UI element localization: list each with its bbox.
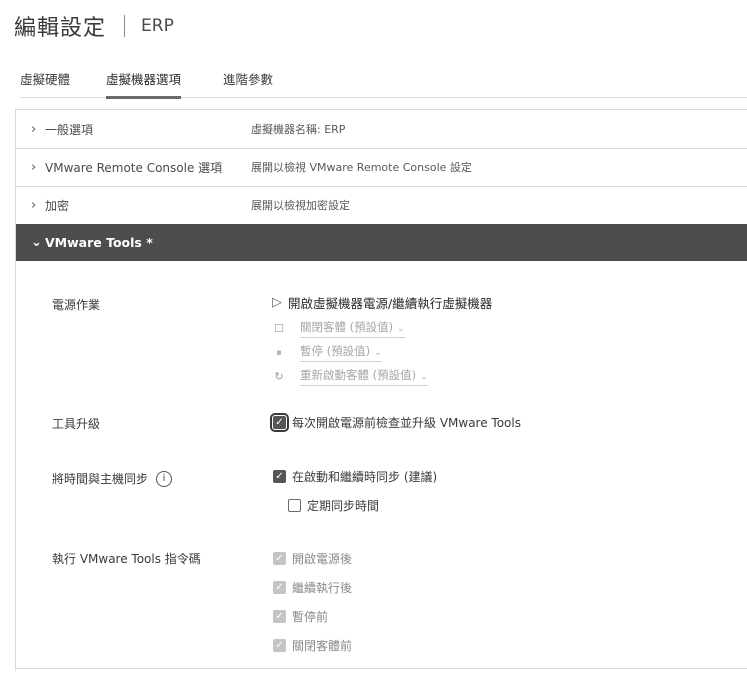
chevron-down-icon[interactable]: ⌄ bbox=[31, 235, 42, 250]
row-encryption[interactable]: › 加密 展開以檢視加密設定 bbox=[16, 186, 747, 225]
time-sync-label: 將時間與主機同步 i bbox=[52, 470, 173, 487]
script-after-power-on-checkbox[interactable]: ✓ 開啟電源後 bbox=[273, 550, 352, 567]
check-icon: ✓ bbox=[273, 552, 286, 565]
chevron-down-icon: ⌄ bbox=[397, 324, 405, 334]
check-icon: ✓ bbox=[273, 610, 286, 623]
script-before-suspend-checkbox[interactable]: ✓ 暫停前 bbox=[273, 608, 328, 625]
power-on-operation: ▷ 開啟虛擬機器電源/繼續執行虛擬機器 bbox=[272, 295, 493, 311]
chevron-right-icon[interactable]: › bbox=[31, 160, 41, 175]
pause-icon: ⏸ bbox=[276, 345, 282, 359]
periodic-sync-checkbox[interactable]: 定期同步時間 bbox=[288, 497, 379, 514]
check-icon[interactable]: ✓ bbox=[273, 470, 286, 483]
vmware-tools-header[interactable]: ⌄ VMware Tools * bbox=[16, 224, 747, 261]
suspend-operation-row: ⏸ 暫停 (預設值) ⌄ bbox=[272, 343, 382, 362]
page-title: 編輯設定 bbox=[14, 16, 107, 41]
check-icon: ✓ bbox=[273, 581, 286, 594]
vm-name: ERP bbox=[141, 16, 174, 36]
info-icon[interactable]: i bbox=[156, 470, 173, 487]
run-scripts-label: 執行 VMware Tools 指令碼 bbox=[52, 552, 201, 566]
restart-icon: ↻ bbox=[274, 370, 284, 383]
section-divider bbox=[16, 668, 747, 669]
script-before-shutdown-checkbox[interactable]: ✓ 關閉客體前 bbox=[273, 637, 352, 654]
stop-operation-dropdown[interactable]: 關閉客體 (預設值) ⌄ bbox=[300, 319, 405, 338]
general-options-value: 虛擬機器名稱: ERP bbox=[251, 123, 346, 136]
remote-console-label: VMware Remote Console 選項 bbox=[45, 160, 223, 175]
tab-bar: 虛擬硬體 虛擬機器選項 進階參數 bbox=[20, 66, 747, 99]
title-divider bbox=[124, 15, 126, 37]
tab-advanced-parameters[interactable]: 進階參數 bbox=[223, 72, 273, 96]
play-icon: ▷ bbox=[272, 295, 282, 310]
suspend-operation-dropdown[interactable]: 暫停 (預設值) ⌄ bbox=[300, 343, 382, 362]
stop-operation-row: ☐ 關閉客體 (預設值) ⌄ bbox=[272, 319, 405, 338]
chevron-down-icon: ⌄ bbox=[374, 348, 382, 358]
encryption-value: 展開以檢視加密設定 bbox=[251, 199, 350, 212]
check-icon: ✓ bbox=[273, 639, 286, 652]
unchecked-box-icon[interactable] bbox=[288, 499, 301, 512]
restart-operation-row: ↻ 重新啟動客體 (預設值) ⌄ bbox=[272, 367, 428, 386]
row-general-options[interactable]: › 一般選項 虛擬機器名稱: ERP bbox=[16, 110, 747, 149]
chevron-right-icon[interactable]: › bbox=[31, 122, 41, 137]
vm-options-panel: › 一般選項 虛擬機器名稱: ERP › VMware Remote Conso… bbox=[15, 109, 747, 671]
chevron-right-icon[interactable]: › bbox=[31, 198, 41, 213]
power-operations-label: 電源作業 bbox=[52, 298, 101, 312]
chevron-down-icon: ⌄ bbox=[420, 372, 428, 382]
tools-upgrade-label: 工具升級 bbox=[52, 417, 101, 431]
script-after-resume-checkbox[interactable]: ✓ 繼續執行後 bbox=[273, 579, 352, 596]
row-remote-console-options[interactable]: › VMware Remote Console 選項 展開以檢視 VMware … bbox=[16, 148, 747, 187]
vmware-tools-title: VMware Tools * bbox=[45, 235, 153, 250]
tab-vm-options[interactable]: 虛擬機器選項 bbox=[106, 72, 182, 99]
stop-icon: ☐ bbox=[274, 322, 284, 335]
dialog-title: 編輯設定 ERP bbox=[14, 10, 174, 42]
remote-console-value: 展開以檢視 VMware Remote Console 設定 bbox=[251, 161, 472, 174]
restart-operation-dropdown[interactable]: 重新啟動客體 (預設值) ⌄ bbox=[300, 367, 428, 386]
tab-virtual-hardware[interactable]: 虛擬硬體 bbox=[20, 72, 70, 96]
tools-upgrade-checkbox[interactable]: ✓ 每次開啟電源前檢查並升級 VMware Tools bbox=[270, 413, 521, 432]
check-icon[interactable]: ✓ bbox=[270, 413, 289, 432]
general-options-label: 一般選項 bbox=[45, 122, 94, 137]
encryption-label: 加密 bbox=[45, 198, 70, 213]
sync-on-startup-checkbox[interactable]: ✓ 在啟動和繼續時同步 (建議) bbox=[273, 468, 437, 485]
